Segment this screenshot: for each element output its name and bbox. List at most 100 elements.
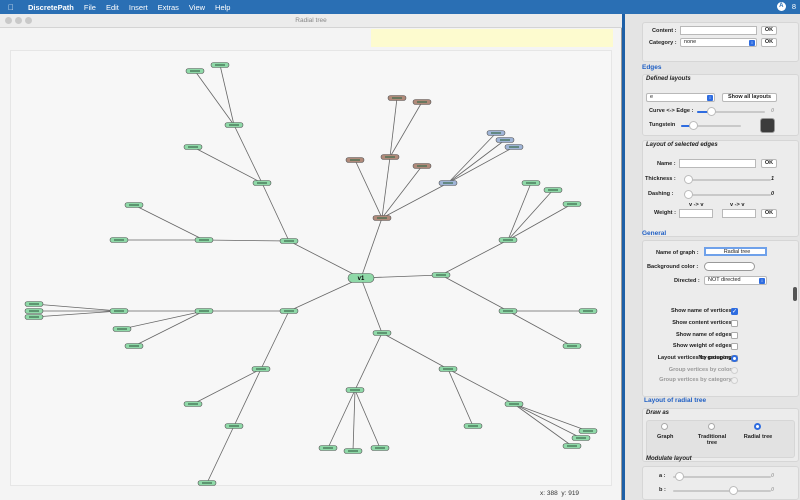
- directed-select[interactable]: NOT directed ↕: [704, 276, 767, 285]
- graph-edge[interactable]: [381, 182, 449, 219]
- weight-input-2[interactable]: [722, 209, 756, 218]
- vertex-label-placeholder: [392, 97, 402, 99]
- graph-edge[interactable]: [352, 389, 356, 452]
- graph-edge[interactable]: [360, 277, 383, 334]
- graph-edge[interactable]: [381, 332, 449, 370]
- graph-edge[interactable]: [507, 203, 573, 241]
- graph-edge[interactable]: [206, 425, 235, 484]
- graph-edge[interactable]: [192, 368, 262, 405]
- option-checkbox[interactable]: [731, 332, 738, 339]
- graph-edge[interactable]: [219, 64, 235, 126]
- background-color-well[interactable]: [704, 262, 755, 271]
- group-category-radio[interactable]: [731, 377, 738, 384]
- graph-name-input[interactable]: Radial tree: [704, 247, 767, 256]
- option-checkbox[interactable]: ✓: [731, 308, 738, 315]
- graph-edge[interactable]: [354, 389, 381, 449]
- curve-edge-slider[interactable]: [697, 107, 765, 116]
- graph-view[interactable]: v1: [0, 14, 622, 500]
- graph-edge[interactable]: [354, 159, 383, 219]
- graph-edge[interactable]: [513, 403, 589, 432]
- graph-edge[interactable]: [133, 310, 205, 347]
- content-ok-button[interactable]: OK: [761, 26, 777, 35]
- curve-slider-knob[interactable]: [706, 107, 716, 116]
- graph-edge[interactable]: [360, 217, 383, 279]
- graph-edge[interactable]: [513, 403, 573, 447]
- a-slider-knob[interactable]: [675, 472, 684, 481]
- a-slider[interactable]: [673, 472, 771, 481]
- graph-edge[interactable]: [440, 274, 509, 312]
- graph-edge[interactable]: [261, 182, 290, 242]
- menu-view[interactable]: View: [189, 3, 205, 12]
- b-slider-knob[interactable]: [729, 486, 738, 495]
- graph-edge[interactable]: [233, 368, 262, 427]
- menu-edit[interactable]: Edit: [106, 3, 119, 12]
- graph-edge[interactable]: [447, 139, 506, 184]
- graph-edge[interactable]: [440, 239, 509, 276]
- thickness-slider[interactable]: [684, 175, 771, 184]
- graph-edge[interactable]: [194, 70, 235, 126]
- graph-edge[interactable]: [33, 303, 120, 312]
- graph-edge[interactable]: [507, 182, 532, 241]
- graph-edge[interactable]: [121, 310, 205, 330]
- weight-label: Weight :: [654, 210, 676, 216]
- graph-edge[interactable]: [354, 332, 383, 391]
- graph-edge[interactable]: [288, 277, 362, 312]
- selected-edges-box: [642, 140, 799, 237]
- graph-edge[interactable]: [233, 124, 263, 184]
- graph-edge[interactable]: [260, 310, 290, 370]
- vertex-label-placeholder: [215, 64, 225, 66]
- category-value: none: [684, 39, 697, 45]
- menu-extras[interactable]: Extras: [158, 3, 179, 12]
- dashing-slider-knob[interactable]: [684, 190, 693, 199]
- dashing-slider[interactable]: [684, 190, 771, 199]
- graph-edge[interactable]: [447, 132, 497, 184]
- app-name-menu[interactable]: DiscretePath: [28, 3, 74, 12]
- graph-edge[interactable]: [447, 368, 515, 405]
- edge-name-input[interactable]: [679, 159, 756, 168]
- tungstein-slider-knob[interactable]: [689, 121, 698, 130]
- graph-edge[interactable]: [447, 146, 515, 184]
- graph-edge[interactable]: [192, 146, 263, 184]
- layout-select[interactable]: e ↕: [646, 93, 715, 102]
- weight-ok-button[interactable]: OK: [761, 209, 777, 218]
- vertex-label-placeholder: [375, 447, 385, 449]
- graph-edge[interactable]: [389, 97, 398, 158]
- category-ok-button[interactable]: OK: [761, 38, 777, 47]
- graph-edge[interactable]: [507, 189, 554, 241]
- thickness-slider-knob[interactable]: [684, 175, 693, 184]
- graph-edge[interactable]: [327, 389, 356, 449]
- group-color-radio[interactable]: [731, 367, 738, 374]
- draw-graph-radio[interactable]: [661, 423, 668, 430]
- status-menu-icon[interactable]: A: [776, 2, 786, 11]
- draw-traditional-tree-radio[interactable]: [708, 423, 715, 430]
- category-select[interactable]: none ↕: [680, 38, 757, 47]
- content-input[interactable]: [680, 26, 757, 35]
- cursor-x: x: 388: [540, 490, 558, 497]
- panel-scrollbar[interactable]: [793, 287, 797, 301]
- option-checkbox[interactable]: [731, 343, 738, 350]
- graph-edge[interactable]: [133, 204, 205, 241]
- menu-help[interactable]: Help: [215, 3, 230, 12]
- show-all-layouts-button[interactable]: Show all layouts: [722, 93, 777, 102]
- graph-edge[interactable]: [33, 310, 120, 318]
- status-menu-text[interactable]: 8: [792, 2, 796, 11]
- graph-edge[interactable]: [447, 368, 474, 427]
- graph-edge[interactable]: [203, 239, 290, 242]
- no-grouping-radio[interactable]: [731, 355, 738, 362]
- apple-icon[interactable]: : [8, 3, 20, 12]
- category-label: Category :: [649, 40, 677, 46]
- b-slider[interactable]: [673, 486, 771, 495]
- weight-input-1[interactable]: [679, 209, 713, 218]
- graph-edge[interactable]: [389, 101, 423, 158]
- menu-insert[interactable]: Insert: [129, 3, 148, 12]
- vertex-label-placeholder: [583, 310, 593, 312]
- graph-edge[interactable]: [507, 310, 573, 347]
- tungstein-color-well[interactable]: [760, 118, 775, 133]
- graph-edge[interactable]: [288, 240, 362, 279]
- option-checkbox[interactable]: [731, 320, 738, 327]
- menu-file[interactable]: File: [84, 3, 96, 12]
- graph-edge[interactable]: [513, 403, 582, 439]
- tungstein-slider[interactable]: [681, 121, 741, 130]
- edge-name-ok-button[interactable]: OK: [761, 159, 777, 168]
- draw-radial-tree-radio[interactable]: [754, 423, 761, 430]
